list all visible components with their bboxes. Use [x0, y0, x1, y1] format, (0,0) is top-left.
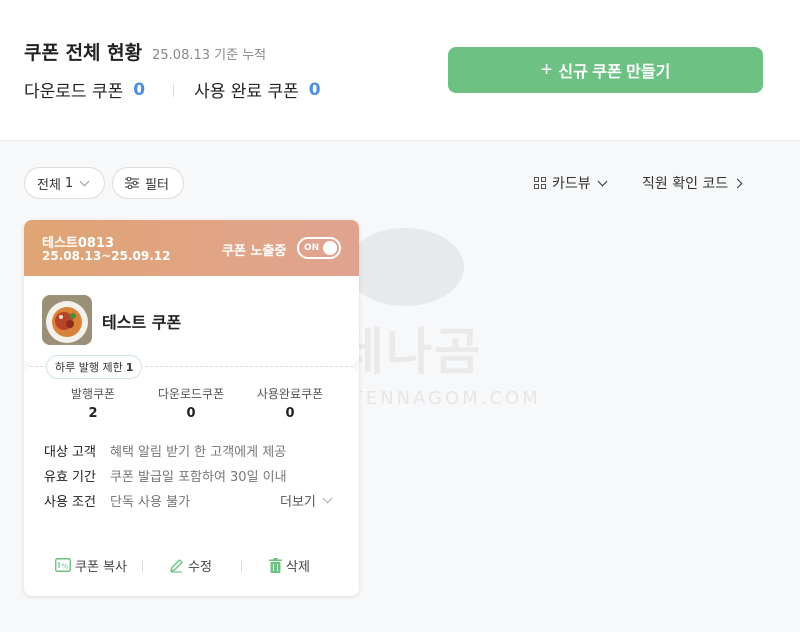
more-button[interactable]: 더보기 [280, 491, 333, 510]
chevron-right-icon [732, 178, 743, 188]
toggle-knob [323, 241, 337, 255]
action-divider [241, 560, 242, 572]
daily-limit-badge: 하루 발행 제한 1 [46, 355, 143, 379]
plus-icon: + [540, 58, 553, 81]
chevron-down-icon [79, 176, 90, 186]
coupon-thumbnail [42, 295, 92, 345]
view-mode-dropdown[interactable]: 카드뷰 [534, 167, 608, 199]
downloaded-coupon-stat: 다운로드쿠폰 0 [141, 385, 241, 421]
info-value: 혜택 알림 받기 한 고객에게 제공 [110, 445, 287, 460]
page-title: 쿠폰 전체 현황 [24, 42, 143, 64]
ticket-notch-right [353, 360, 359, 372]
delete-coupon-button[interactable]: 삭제 [269, 554, 310, 576]
delete-coupon-label: 삭제 [286, 559, 310, 575]
svg-text:%: % [62, 563, 69, 571]
info-value: 단독 사용 불가 [110, 495, 191, 510]
new-coupon-button[interactable]: + 신규 쿠폰 만들기 [448, 47, 763, 93]
edit-coupon-button[interactable]: 수정 [169, 554, 212, 576]
staff-code-label: 직원 확인 코드 [642, 176, 729, 192]
list-toolbar: 전체 1 필터 카드뷰 직원 확인 코드 [24, 167, 776, 199]
issued-coupon-stat: 발행쿠폰 2 [43, 385, 143, 421]
info-row-target: 대상 고객 혜택 알림 받기 한 고객에게 제공 [44, 441, 286, 460]
more-label: 더보기 [280, 495, 316, 510]
stat-label: 사용완료쿠폰 [256, 387, 324, 401]
grid-icon [534, 177, 546, 189]
staff-code-link[interactable]: 직원 확인 코드 [642, 167, 743, 199]
toggle-state: ON [304, 243, 320, 253]
stat-label: 발행쿠폰 [70, 387, 116, 401]
used-coupon-stat: 사용완료쿠폰 0 [240, 385, 340, 421]
info-row-condition: 사용 조건 단독 사용 불가 [44, 491, 190, 510]
stat-value: 0 [285, 406, 295, 421]
coupon-period: 25.08.13~25.09.12 [42, 249, 171, 263]
coupon-title: 테스트 쿠폰 [102, 313, 182, 332]
card-actions: % 쿠폰 복사 수정 삭제 [24, 554, 359, 576]
coupon-stats: 다운로드 쿠폰 0 사용 완료 쿠폰 0 [24, 77, 321, 103]
page-subtitle: 25.08.13 기준 누적 [152, 48, 267, 63]
daily-limit-value: 1 [125, 360, 134, 374]
stat-label: 다운로드쿠폰 [157, 387, 225, 401]
chevron-down-icon [322, 493, 333, 504]
daily-limit-label: 하루 발행 제한 [55, 361, 123, 374]
copy-coupon-button[interactable]: % 쿠폰 복사 [55, 554, 127, 576]
filter-label: 필터 [145, 177, 169, 193]
info-key: 유효 기간 [44, 470, 96, 485]
info-key: 사용 조건 [44, 495, 96, 510]
download-coupon-label: 다운로드 쿠폰 [24, 82, 124, 102]
summary-header: 쿠폰 전체 현황 25.08.13 기준 누적 다운로드 쿠폰 0 사용 완료 … [0, 0, 800, 141]
filter-icon [125, 177, 139, 189]
new-coupon-label: 신규 쿠폰 만들기 [558, 64, 671, 81]
copy-coupon-label: 쿠폰 복사 [75, 559, 127, 575]
used-coupon-label: 사용 완료 쿠폰 [194, 82, 299, 102]
coupon-copy-icon: % [55, 558, 71, 572]
watermark-logo-icon [346, 228, 464, 306]
action-divider [142, 560, 143, 572]
info-value: 쿠폰 발급일 포함하여 30일 이내 [110, 470, 287, 485]
info-key: 대상 고객 [44, 445, 96, 460]
pencil-icon [170, 558, 183, 573]
view-mode-label: 카드뷰 [552, 176, 591, 192]
title-row: 쿠폰 전체 현황 25.08.13 기준 누적 [24, 38, 266, 65]
stat-value: 2 [88, 406, 98, 421]
stat-value: 0 [186, 406, 196, 421]
edit-coupon-label: 수정 [188, 559, 212, 575]
used-coupon-count: 0 [308, 79, 321, 100]
pasta-image-icon [42, 295, 92, 345]
download-coupon-count: 0 [133, 79, 146, 100]
all-dropdown[interactable]: 전체 1 [24, 167, 105, 199]
coupon-card-header: 테스트0813 25.08.13~25.09.12 쿠폰 노출중 ON [24, 220, 359, 276]
info-row-validity: 유효 기간 쿠폰 발급일 포함하여 30일 이내 [44, 466, 287, 485]
all-dropdown-count: 1 [64, 175, 74, 191]
stats-divider [173, 82, 175, 97]
ticket-notch-left [24, 360, 30, 372]
chevron-down-icon [597, 176, 608, 186]
trash-icon [269, 557, 282, 573]
expose-toggle[interactable]: ON [297, 237, 341, 259]
expose-status-label: 쿠폰 노출중 [222, 244, 287, 259]
filter-button[interactable]: 필터 [112, 167, 184, 199]
all-dropdown-label: 전체 [37, 177, 61, 193]
coupon-card[interactable]: 테스트0813 25.08.13~25.09.12 쿠폰 노출중 ON 테스트 … [24, 220, 359, 596]
